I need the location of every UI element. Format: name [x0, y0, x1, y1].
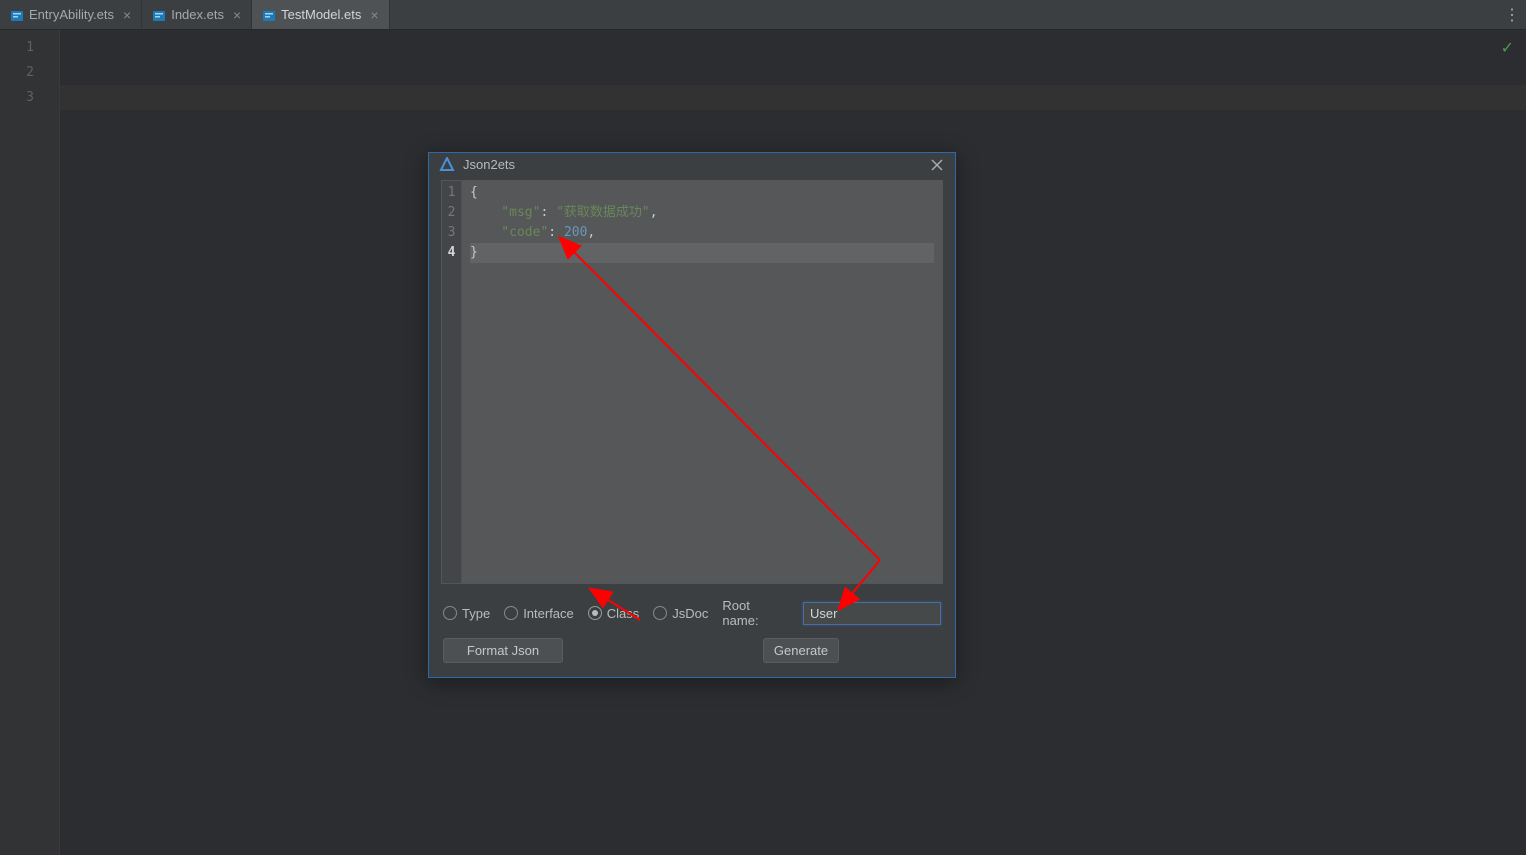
- tab-label: Index.ets: [171, 7, 224, 22]
- radio-label: Interface: [523, 606, 574, 621]
- dialog-buttons-row: Format Json Generate: [441, 638, 943, 677]
- gutter-line: 1: [0, 35, 59, 60]
- close-icon[interactable]: ×: [233, 7, 241, 23]
- radio-label: JsDoc: [672, 606, 708, 621]
- generate-button[interactable]: Generate: [763, 638, 839, 663]
- status-ok-icon: ✓: [1501, 38, 1514, 58]
- json-line: "code": 200,: [470, 223, 934, 243]
- output-type-radio-group: Type Interface Class JsDoc: [443, 606, 708, 621]
- current-line-highlight: [60, 85, 1526, 110]
- json-content[interactable]: { "msg": "获取数据成功", "code": 200,}: [462, 181, 942, 583]
- radio-icon: [588, 606, 602, 620]
- json-gutter-line: 1: [442, 183, 461, 203]
- close-icon[interactable]: ×: [123, 7, 131, 23]
- json-gutter-line: 3: [442, 223, 461, 243]
- json-gutter-line: 4: [442, 243, 461, 263]
- file-icon: [10, 8, 24, 22]
- tab-label: EntryAbility.ets: [29, 7, 114, 22]
- dialog-body: 1234 { "msg": "获取数据成功", "code": 200,} Ty…: [429, 176, 955, 677]
- dialog-title: Json2ets: [463, 157, 921, 172]
- json-line: {: [470, 183, 934, 203]
- tab-label: TestModel.ets: [281, 7, 361, 22]
- more-menu-icon[interactable]: ⋮: [1504, 0, 1520, 29]
- tab-entryability[interactable]: EntryAbility.ets ×: [0, 0, 142, 29]
- radio-jsdoc[interactable]: JsDoc: [653, 606, 708, 621]
- radio-class[interactable]: Class: [588, 606, 640, 621]
- json-line: }: [470, 243, 934, 263]
- radio-icon: [653, 606, 667, 620]
- gutter-line: 3: [0, 85, 59, 110]
- json-line: "msg": "获取数据成功",: [470, 203, 934, 223]
- radio-interface[interactable]: Interface: [504, 606, 574, 621]
- file-icon: [262, 8, 276, 22]
- close-icon[interactable]: [929, 157, 945, 173]
- root-name-label: Root name:: [722, 598, 785, 628]
- dialog-titlebar[interactable]: Json2ets: [429, 153, 955, 176]
- editor-gutter: 1 2 3: [0, 30, 60, 855]
- json2ets-dialog: Json2ets 1234 { "msg": "获取数据成功", "code":…: [428, 152, 956, 678]
- options-row: Type Interface Class JsDoc Root name:: [441, 584, 943, 638]
- json-gutter-line: 2: [442, 203, 461, 223]
- radio-icon: [443, 606, 457, 620]
- app-logo-icon: [439, 157, 455, 173]
- format-json-button[interactable]: Format Json: [443, 638, 563, 663]
- json-editor[interactable]: 1234 { "msg": "获取数据成功", "code": 200,}: [441, 180, 943, 584]
- radio-type[interactable]: Type: [443, 606, 490, 621]
- gutter-line: 2: [0, 60, 59, 85]
- radio-label: Type: [462, 606, 490, 621]
- close-icon[interactable]: ×: [370, 7, 378, 23]
- editor-tab-bar: EntryAbility.ets × Index.ets × TestModel…: [0, 0, 1526, 30]
- radio-icon: [504, 606, 518, 620]
- json-gutter: 1234: [442, 181, 462, 583]
- tab-testmodel[interactable]: TestModel.ets ×: [252, 0, 389, 29]
- root-name-input[interactable]: [803, 602, 941, 625]
- file-icon: [152, 8, 166, 22]
- tab-index[interactable]: Index.ets ×: [142, 0, 252, 29]
- radio-label: Class: [607, 606, 640, 621]
